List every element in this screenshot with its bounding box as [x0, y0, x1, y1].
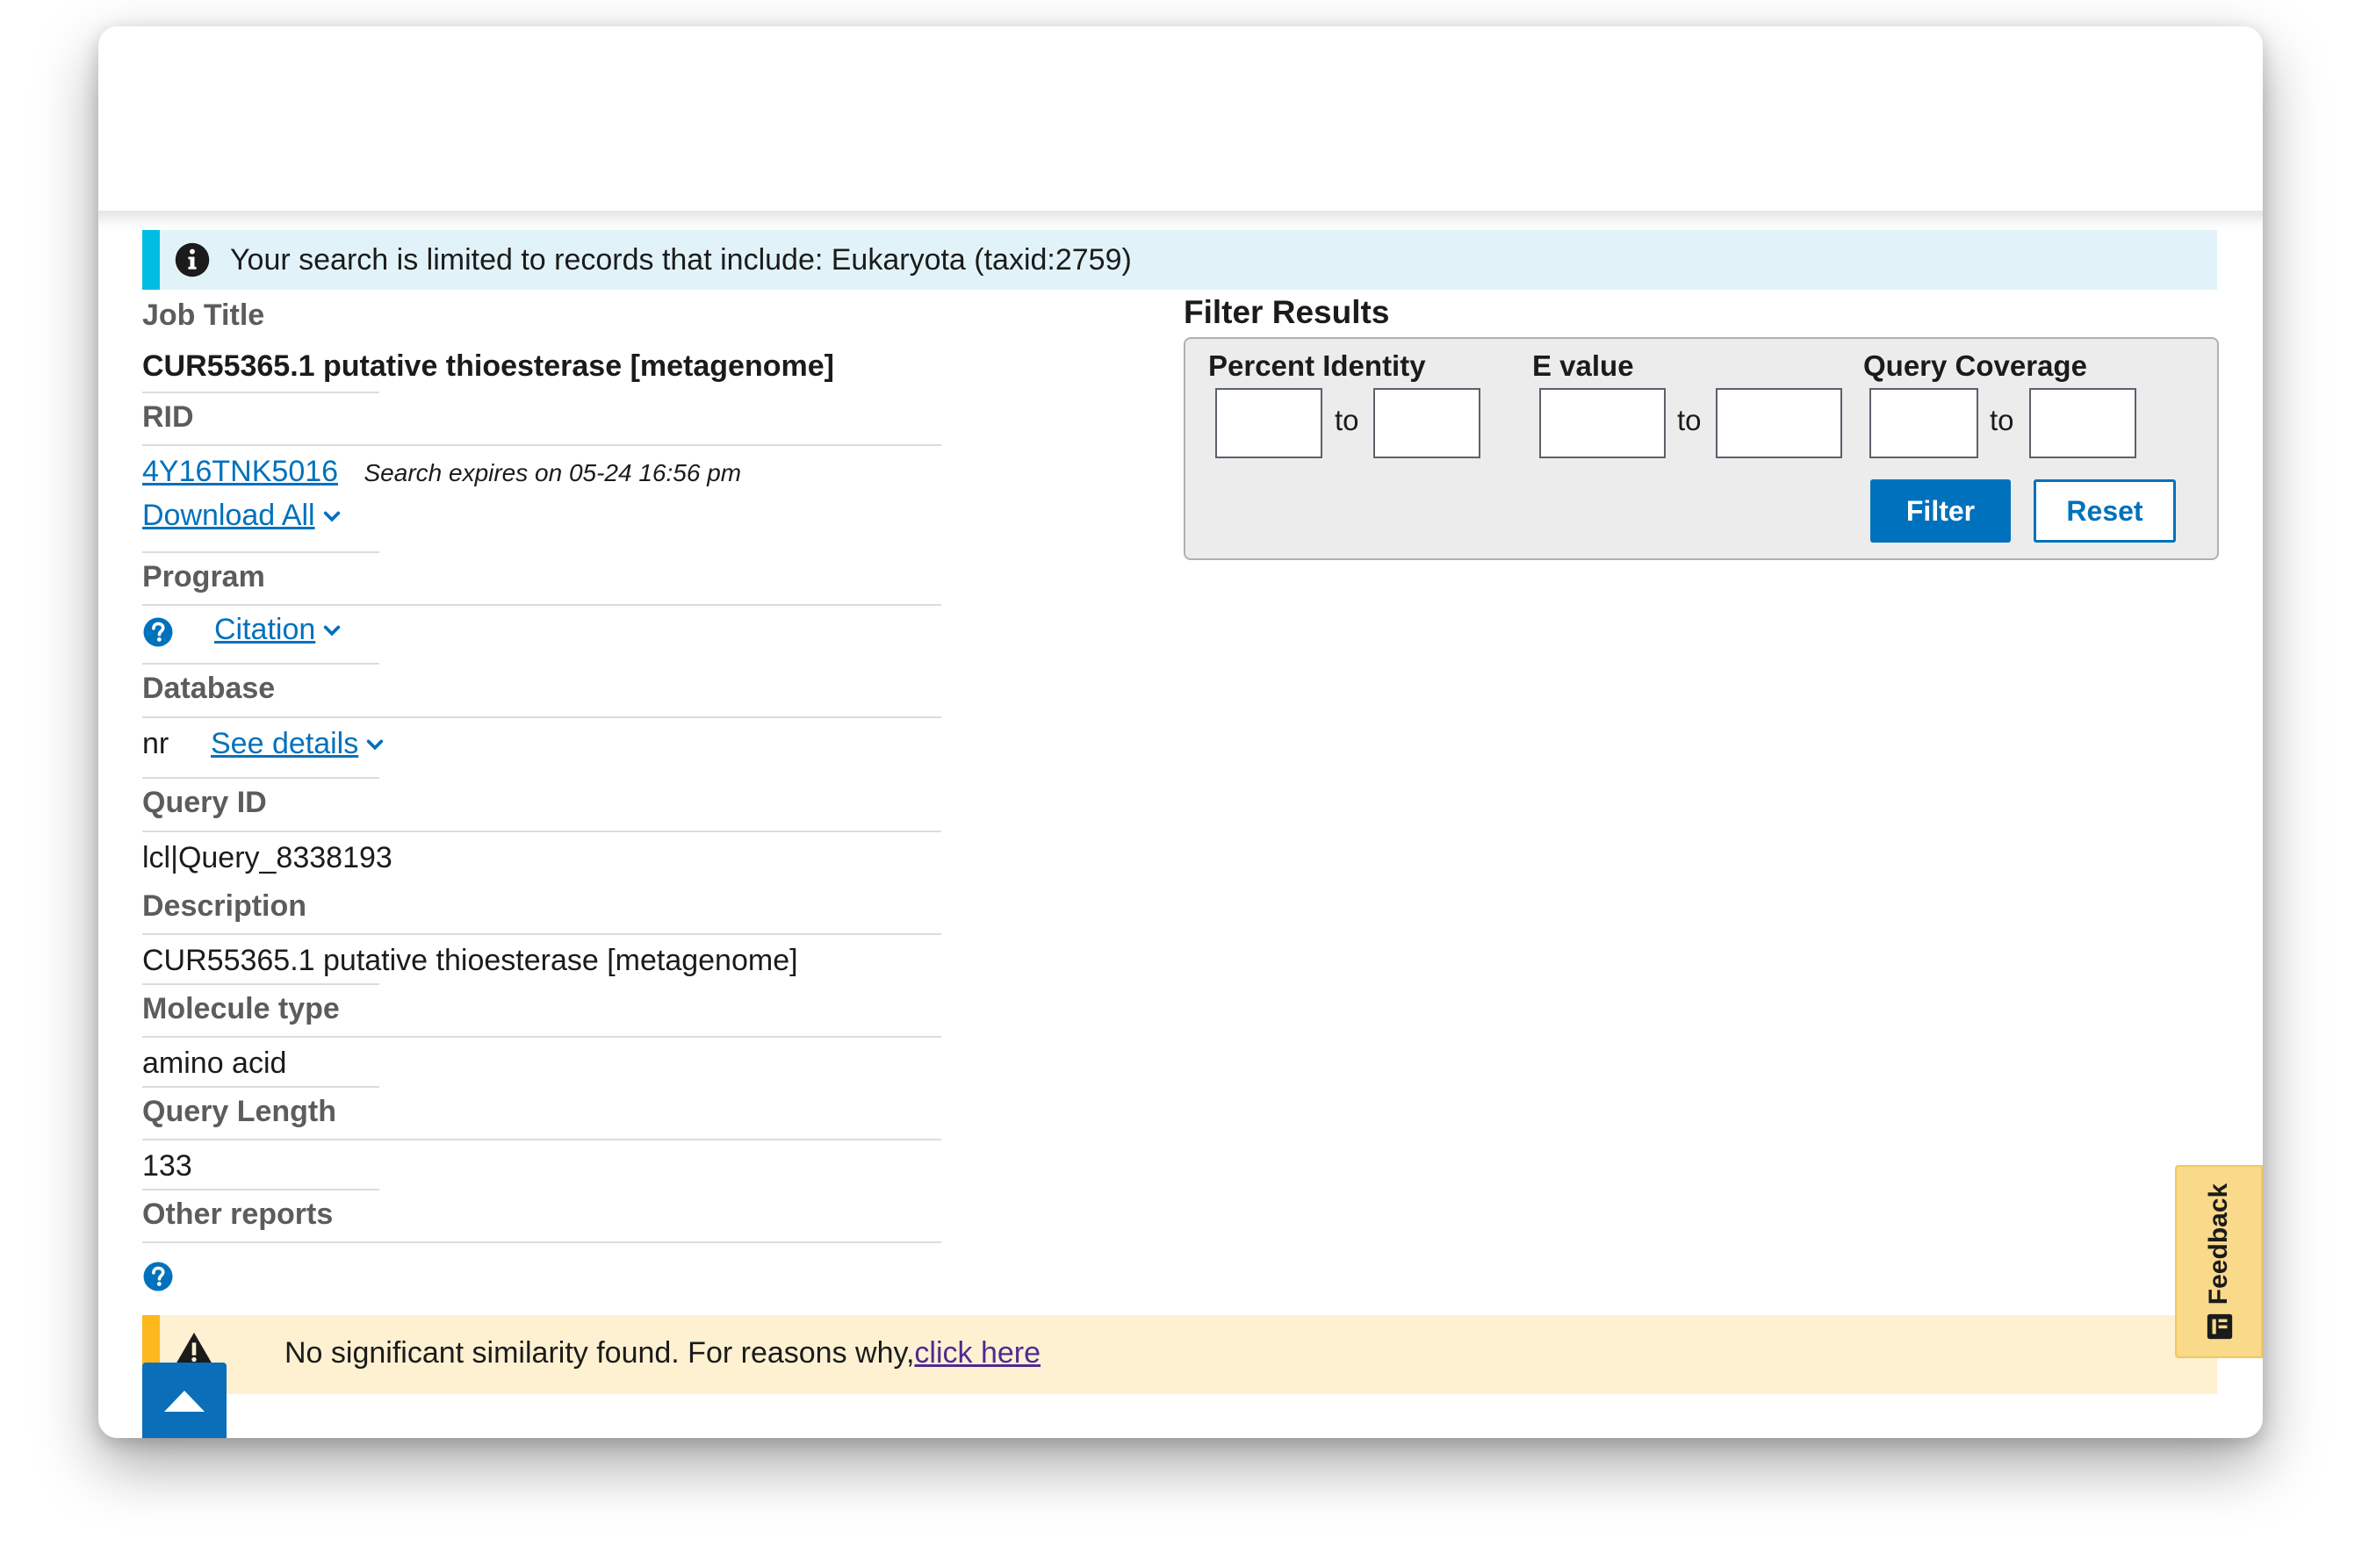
rid-label: RID: [142, 400, 194, 434]
reset-button[interactable]: Reset: [2034, 479, 2176, 543]
to-label: to: [1677, 404, 1702, 436]
evalue-min-input[interactable]: [1539, 388, 1666, 458]
evalue-max-input[interactable]: [1716, 388, 1842, 458]
divider: [142, 1139, 941, 1140]
query-length-label: Query Length: [142, 1095, 337, 1128]
database-value: nr: [142, 727, 169, 760]
query-id-label: Query ID: [142, 786, 267, 819]
warning-banner: No significant similarity found. For rea…: [142, 1315, 2217, 1394]
citation-button[interactable]: Citation: [214, 613, 342, 647]
filter-panel: Percent Identity to E value to Query Cov…: [1184, 337, 2219, 560]
program-label: Program: [142, 560, 265, 593]
divider: [142, 1241, 941, 1243]
divider: [142, 551, 379, 553]
click-here-link[interactable]: click here: [914, 1336, 1041, 1370]
description-label: Description: [142, 889, 307, 923]
divider: [142, 1086, 379, 1088]
database-label: Database: [142, 672, 276, 705]
other-reports-label: Other reports: [142, 1198, 334, 1231]
job-title-label: Job Title: [142, 298, 265, 332]
divider: [142, 1036, 941, 1038]
job-title-value: CUR55365.1 putative thioesterase [metage…: [142, 349, 834, 383]
percent-identity-max-input[interactable]: [1373, 388, 1480, 458]
back-to-top-button[interactable]: [142, 1363, 227, 1438]
divider: [142, 663, 379, 665]
description-value: CUR55365.1 putative thioesterase [metage…: [142, 944, 798, 977]
chevron-down-icon: [323, 511, 340, 522]
query-length-value: 133: [142, 1149, 192, 1183]
citation-label: Citation: [214, 613, 316, 646]
search-expires: Search expires on 05-24 16:56 pm: [364, 459, 742, 486]
browser-window: Your search is limited to records that i…: [98, 26, 2263, 1438]
warning-text: No significant similarity found. For rea…: [284, 1336, 915, 1370]
info-banner-text: Your search is limited to records that i…: [230, 242, 1132, 277]
to-label: to: [1990, 404, 2014, 436]
divider: [142, 777, 379, 779]
divider: [142, 831, 941, 832]
see-details-button[interactable]: See details: [211, 727, 385, 761]
info-icon: [175, 242, 210, 277]
query-coverage-label: Query Coverage: [1863, 349, 2087, 382]
divider: [142, 444, 941, 446]
molecule-type-label: Molecule type: [142, 992, 340, 1025]
divider: [142, 604, 941, 606]
divider: [142, 1189, 379, 1190]
help-icon[interactable]: [142, 1261, 174, 1292]
query-coverage-min-input[interactable]: [1869, 388, 1978, 458]
query-coverage-max-input[interactable]: [2029, 388, 2136, 458]
chevron-down-icon: [367, 739, 384, 751]
divider: [142, 716, 941, 718]
info-banner: Your search is limited to records that i…: [142, 230, 2217, 290]
top-bar: [98, 26, 2263, 105]
download-all-label: Download All: [142, 499, 315, 532]
feedback-icon: [2207, 1313, 2233, 1340]
filter-button[interactable]: Filter: [1870, 479, 2011, 543]
percent-identity-label: Percent Identity: [1208, 349, 1426, 382]
molecule-type-value: amino acid: [142, 1047, 287, 1080]
feedback-tab[interactable]: Feedback: [2175, 1165, 2263, 1358]
feedback-label: Feedback: [2204, 1183, 2233, 1305]
chevron-down-icon: [324, 625, 341, 637]
rid-link[interactable]: 4Y16TNK5016: [142, 455, 338, 488]
divider: [142, 933, 941, 935]
see-details-label: See details: [211, 727, 359, 760]
query-id-value: lcl|Query_8338193: [142, 841, 392, 874]
to-label: to: [1335, 404, 1359, 436]
arrow-up-icon: [164, 1391, 205, 1412]
divider: [142, 392, 379, 393]
help-icon[interactable]: [142, 616, 174, 648]
divider: [142, 983, 379, 985]
percent-identity-min-input[interactable]: [1215, 388, 1322, 458]
evalue-label: E value: [1532, 349, 1634, 382]
filter-results-title: Filter Results: [1184, 294, 1390, 330]
download-all-button[interactable]: Download All: [142, 499, 342, 533]
header-area: [98, 105, 2263, 211]
